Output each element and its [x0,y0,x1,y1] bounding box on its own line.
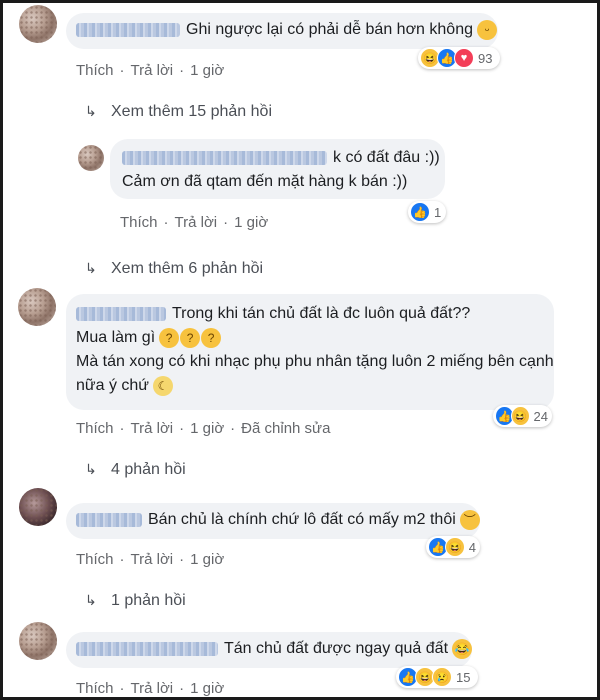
avatar[interactable] [18,288,56,326]
comment-bubble: k có đất đâu :)) Cảm ơn đã qtam đến mặt … [110,139,445,199]
separator-dot: · [179,551,185,568]
avatar[interactable] [19,622,57,660]
reaction-summary[interactable]: 👍 1 [408,201,446,223]
author-name[interactable] [122,150,327,165]
smile-emoji-icon: ᵕ [477,19,497,40]
love-reaction-icon: ♥ [454,48,474,68]
separator-dot: · [119,551,125,568]
view-more-replies[interactable]: ↳ 1 phản hồi [85,592,186,610]
view-more-replies[interactable]: ↳ 4 phản hồi [85,461,186,479]
comment-text: Mua làm gì [76,329,156,346]
moon-emoji-icon: ☾ [153,375,174,396]
view-more-label: 4 phản hồi [111,461,186,478]
reply-link[interactable]: Trả lời [175,214,218,231]
comment-line: nữa ý chứ ☾ [76,374,554,398]
like-link[interactable]: Thích [76,680,114,697]
author-name[interactable] [76,512,142,527]
comment-line: Cảm ơn đã qtam đến mặt hàng k bán :)) [122,173,408,190]
thinking-emoji-icon: ? [180,327,201,348]
comment-text: k có đất đâu :)) [333,149,440,166]
comment-actions: Thích · Trả lời · 1 giờ [120,214,268,231]
avatar[interactable] [19,488,57,526]
reply-link[interactable]: Trả lời [131,420,174,437]
reaction-count: 93 [478,50,493,66]
comment-bubble: Tán chủ đất được ngay quả đất 😂 [66,632,473,668]
reply-arrow-icon: ↳ [85,461,97,477]
comment-text: Trong khi tán chủ đất là đc luôn quả đất… [172,305,471,322]
separator-dot: · [179,680,185,697]
edited-label[interactable]: Đã chỉnh sửa [241,420,330,437]
comment-line: Mua làm gì??? [76,326,554,350]
like-link[interactable]: Thích [76,551,114,568]
reaction-count: 1 [434,204,442,220]
like-link[interactable]: Thích [76,62,114,79]
comment-text: Tán chủ đất được ngay quả đất [224,640,449,657]
comment-bubble: Bán chủ là chính chứ lô đất có mấy m2 th… [66,503,480,539]
avatar[interactable] [78,145,104,171]
reply-arrow-icon: ↳ [85,260,97,276]
timestamp[interactable]: 1 giờ [234,214,268,231]
comment-bubble: Trong khi tán chủ đất là đc luôn quả đất… [66,294,554,410]
rofl-emoji-icon: 😂 [452,638,473,659]
timestamp[interactable]: 1 giờ [190,680,224,697]
reaction-summary[interactable]: 👍 😆 24 [493,405,552,427]
timestamp[interactable]: 1 giờ [190,62,224,79]
sad-reaction-icon: 😢 [432,667,452,687]
avatar[interactable] [19,5,57,43]
view-more-replies[interactable]: ↳ Xem thêm 15 phản hồi [85,103,272,121]
comment-line: Trong khi tán chủ đất là đc luôn quả đất… [76,302,554,326]
reaction-summary[interactable]: 😆 👍 ♥ 93 [418,47,500,69]
separator-dot: · [119,62,125,79]
comment-bubble: Ghi ngược lại có phải dễ bán hơn không ᵕ [66,13,498,49]
thinking-emoji-icon: ? [159,327,180,348]
comment-line: k có đất đâu :)) [122,146,445,170]
separator-dot: · [179,62,185,79]
reply-link[interactable]: Trả lời [131,680,174,697]
sad-emoji-icon: ︶ [459,509,480,530]
comment-text: Bán chủ là chính chứ lô đất có mấy m2 th… [148,511,456,528]
reply-arrow-icon: ↳ [85,592,97,608]
haha-reaction-icon: 😆 [444,537,465,557]
author-name[interactable] [76,641,218,656]
comment-actions: Thích · Trả lời · 1 giờ [76,551,224,568]
separator-dot: · [223,214,229,231]
separator-dot: · [119,680,125,697]
comment-actions: Thích · Trả lời · 1 giờ [76,62,224,79]
view-more-label: Xem thêm 6 phản hồi [111,260,264,277]
like-link[interactable]: Thích [120,214,158,231]
haha-reaction-icon: 😆 [510,406,530,426]
comment-line: Mà tán xong có khi nhạc phụ phu nhân tặn… [76,353,554,370]
view-more-label: Xem thêm 15 phản hồi [111,103,272,120]
separator-dot: · [119,420,125,437]
separator-dot: · [179,420,185,437]
like-link[interactable]: Thích [76,420,114,437]
timestamp[interactable]: 1 giờ [190,551,224,568]
reply-link[interactable]: Trả lời [131,62,174,79]
comment-actions: Thích · Trả lời · 1 giờ · Đã chỉnh sửa [76,420,330,437]
comment-text: Ghi ngược lại có phải dễ bán hơn không [186,21,473,38]
thinking-emoji-icon: ? [201,327,222,348]
separator-dot: · [163,214,169,231]
reply-arrow-icon: ↳ [85,103,97,119]
reaction-count: 15 [456,669,471,685]
comment-text: nữa ý chứ [76,377,150,394]
comment-actions: Thích · Trả lời · 1 giờ [76,680,224,697]
author-name[interactable] [76,306,166,321]
author-name[interactable] [76,22,180,37]
view-more-replies[interactable]: ↳ Xem thêm 6 phản hồi [85,260,263,278]
reaction-count: 4 [468,539,476,555]
reaction-summary[interactable]: 👍 😆 4 [426,536,480,558]
reply-link[interactable]: Trả lời [131,551,174,568]
reaction-count: 24 [533,408,548,424]
view-more-label: 1 phản hồi [111,592,186,609]
reaction-summary[interactable]: 👍 😆 😢 15 [396,666,478,688]
timestamp[interactable]: 1 giờ [190,420,224,437]
like-reaction-icon: 👍 [410,202,430,222]
separator-dot: · [230,420,236,437]
